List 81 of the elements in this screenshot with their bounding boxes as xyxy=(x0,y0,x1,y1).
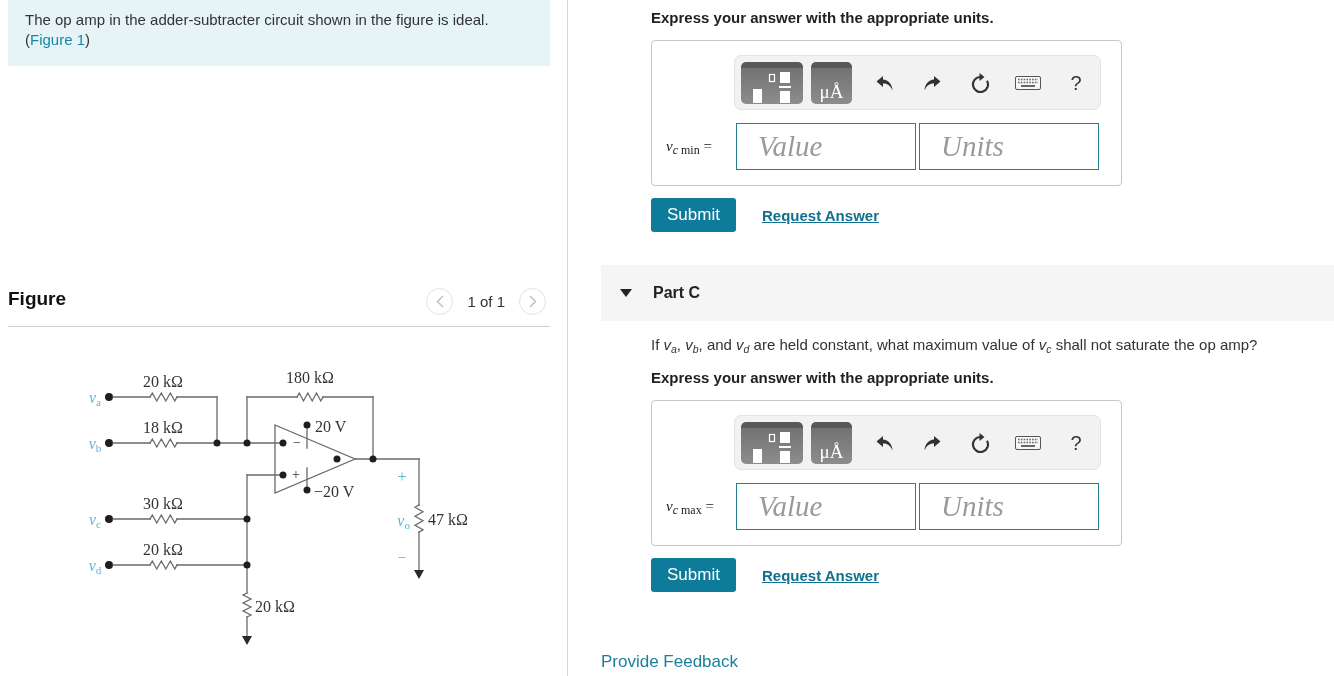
units-field[interactable]: Units xyxy=(919,483,1099,530)
part-header[interactable]: Part C xyxy=(601,265,1334,321)
terminal-dot xyxy=(105,393,113,401)
resistance-label: 30 kΩ xyxy=(143,496,183,512)
input-polarity-sign: + xyxy=(292,468,300,482)
units-button[interactable]: μÅ xyxy=(811,421,852,464)
redo-icon[interactable] xyxy=(923,74,941,91)
junction-dot xyxy=(243,561,251,569)
value-field[interactable]: Value xyxy=(736,483,916,530)
output-polarity-sign: + xyxy=(397,469,407,485)
chevron-right-icon xyxy=(528,295,537,308)
node-label: v$_{a}$ xyxy=(88,390,102,406)
variable-label: v$_{c}$ $_{max}$ = xyxy=(666,498,714,515)
resistor-icon xyxy=(241,592,253,618)
resistance-label: 47 kΩ xyxy=(428,512,468,528)
figure-title: Figure xyxy=(8,287,67,311)
help-button[interactable]: ? xyxy=(1068,72,1084,93)
part-title: Part C xyxy=(653,284,701,302)
resistance-label: 20 kΩ xyxy=(143,542,183,558)
instruction-text: Express your answer with the appropriate units. xyxy=(651,8,995,28)
node-label: v$_{c}$ xyxy=(88,512,102,528)
reset-icon[interactable] xyxy=(970,432,990,453)
templates-icon xyxy=(753,71,791,103)
wire xyxy=(112,396,151,398)
resistor-icon xyxy=(296,391,324,403)
output-polarity-sign: − xyxy=(397,550,407,566)
instruction-text: Express your answer with the appropriate units. xyxy=(651,368,995,388)
resistor-icon xyxy=(149,391,178,403)
keyboard-icon[interactable] xyxy=(1015,75,1041,90)
resistor-icon xyxy=(413,504,425,533)
wire xyxy=(246,616,248,637)
wire xyxy=(112,518,151,520)
undo-icon[interactable] xyxy=(875,74,893,91)
input-polarity-sign: − xyxy=(293,436,301,450)
output-voltage-label: v$_{o}$ xyxy=(397,513,410,529)
junction-dot xyxy=(243,515,251,523)
reset-icon[interactable] xyxy=(970,72,990,93)
resistance-label: 180 kΩ xyxy=(286,370,334,386)
resistance-label: 20 kΩ xyxy=(255,599,295,615)
units-field[interactable]: Units xyxy=(919,123,1099,170)
problem-statement: The op amp in the adder-subtracter circuit shown in the figure is ideal. (Figure 1) xyxy=(25,10,490,50)
resistor-icon xyxy=(149,559,178,571)
supply-voltage-label: 20 V xyxy=(315,419,347,435)
ground-icon xyxy=(414,570,424,579)
figure-link[interactable]: Figure 1 xyxy=(30,31,86,48)
units-button[interactable]: μÅ xyxy=(811,61,852,104)
request-answer-link[interactable]: Request Answer xyxy=(762,566,879,584)
figure-counter: 1 of 1 xyxy=(467,293,505,310)
templates-icon xyxy=(753,431,791,463)
resistance-label: 20 kΩ xyxy=(143,374,183,390)
templates-button[interactable] xyxy=(741,421,803,464)
junction-dot xyxy=(369,455,377,463)
ground-icon xyxy=(242,636,252,645)
node-label: v$_{d}$ xyxy=(88,558,102,574)
wire xyxy=(418,531,420,571)
resistance-label: 18 kΩ xyxy=(143,420,183,436)
keyboard-icon[interactable] xyxy=(1015,435,1041,450)
undo-icon[interactable] xyxy=(875,434,893,451)
wire xyxy=(112,564,151,566)
help-button[interactable]: ? xyxy=(1068,432,1084,453)
value-field[interactable]: Value xyxy=(736,123,916,170)
submit-button[interactable]: Submit xyxy=(651,198,736,232)
variable-label: v$_{c}$ $_{min}$ = xyxy=(666,138,712,155)
question-text: If v$_{a}$, v$_{b}$, and v$_{d}$ are held constant, what maximum value of v$_{c}$ shall not saturate the op amp? xyxy=(651,335,1259,355)
wire xyxy=(112,442,151,444)
templates-button[interactable] xyxy=(741,61,803,104)
junction-dot xyxy=(213,439,221,447)
submit-button[interactable]: Submit xyxy=(651,558,736,592)
terminal-dot xyxy=(105,515,113,523)
supply-voltage-label: −20 V xyxy=(314,484,355,500)
terminal-dot xyxy=(105,439,113,447)
caret-icon[interactable] xyxy=(620,289,632,297)
terminal-dot xyxy=(105,561,113,569)
junction-dot xyxy=(243,439,251,447)
provide-feedback-link[interactable]: Provide Feedback xyxy=(601,652,739,672)
redo-icon[interactable] xyxy=(923,434,941,451)
resistor-icon xyxy=(149,437,178,449)
resistor-icon xyxy=(149,513,178,525)
node-label: v$_{b}$ xyxy=(88,436,102,452)
chevron-left-icon xyxy=(435,295,444,308)
request-answer-link[interactable]: Request Answer xyxy=(762,206,879,224)
